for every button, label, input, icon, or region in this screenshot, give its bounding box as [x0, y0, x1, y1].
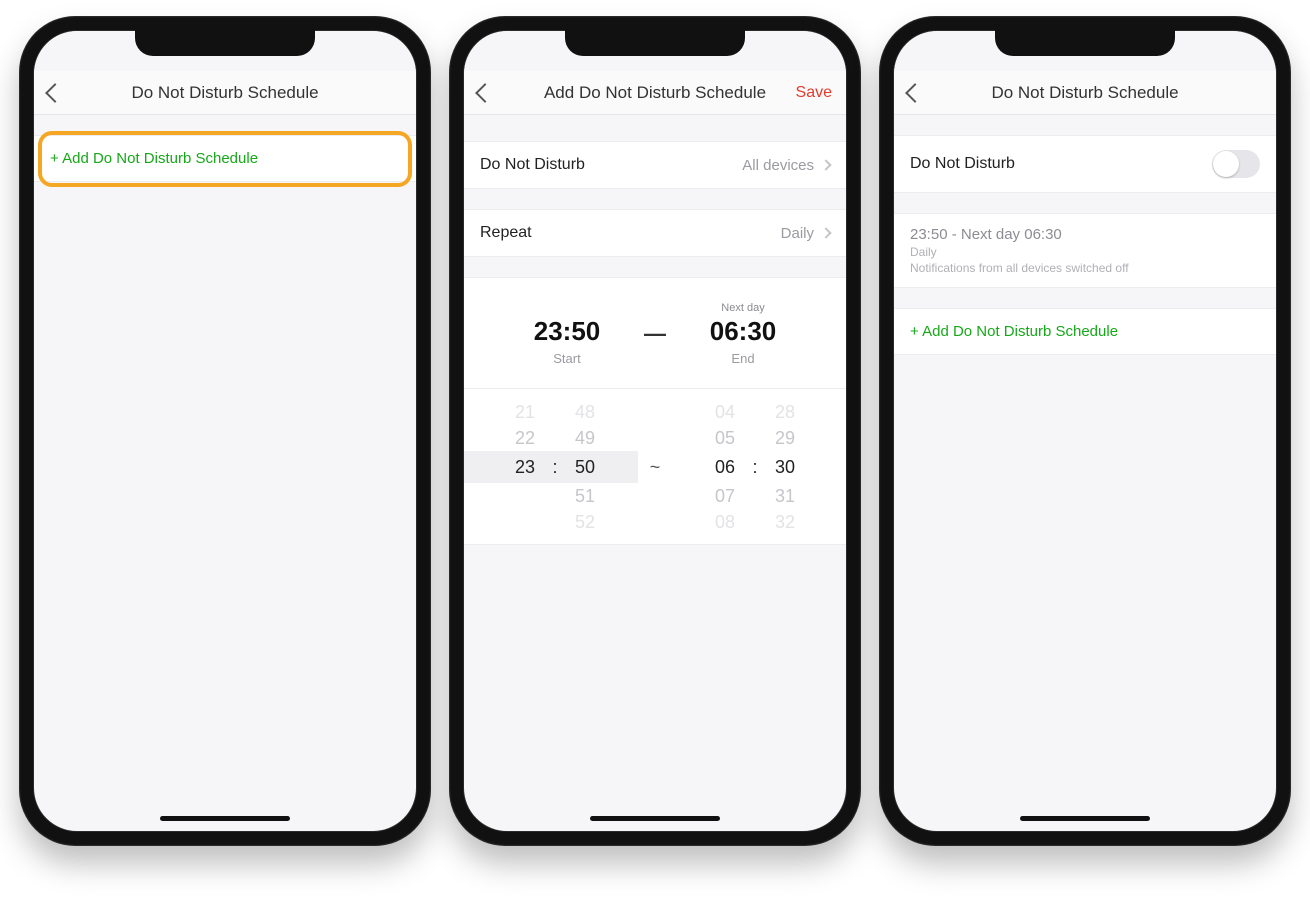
- screen-2: Add Do Not Disturb Schedule Save Do Not …: [463, 30, 847, 832]
- page-title: Add Do Not Disturb Schedule: [464, 83, 846, 103]
- save-button[interactable]: Save: [796, 84, 832, 102]
- colon-separator: :: [748, 389, 762, 544]
- dnd-toggle[interactable]: [1212, 150, 1260, 178]
- add-schedule-button[interactable]: + Add Do Not Disturb Schedule: [34, 135, 416, 182]
- nav-bar: Do Not Disturb Schedule: [34, 71, 416, 115]
- add-schedule-button[interactable]: + Add Do Not Disturb Schedule: [894, 308, 1276, 355]
- schedule-repeat: Daily: [910, 245, 1129, 259]
- nav-bar: Add Do Not Disturb Schedule Save: [464, 71, 846, 115]
- end-label: End: [688, 351, 798, 366]
- chevron-right-icon: [820, 227, 831, 238]
- schedule-row[interactable]: 23:50 - Next day 06:30 Daily Notificatio…: [894, 213, 1276, 288]
- home-indicator[interactable]: [1020, 816, 1150, 821]
- end-time-block: Next day 06:30 End: [688, 302, 798, 366]
- nav-bar: Do Not Disturb Schedule: [894, 71, 1276, 115]
- content-area: + Add Do Not Disturb Schedule: [34, 115, 416, 182]
- schedule-time: 23:50 - Next day 06:30: [910, 226, 1129, 243]
- time-range-display: 23:50 Start — Next day 06:30 End: [464, 277, 846, 389]
- home-indicator[interactable]: [590, 816, 720, 821]
- row-value: All devices: [742, 157, 814, 174]
- status-bar: [34, 31, 416, 71]
- back-icon[interactable]: [475, 83, 495, 103]
- row-label: Do Not Disturb: [910, 155, 1015, 173]
- start-minutes-wheel[interactable]: 48 49 50 51 52: [562, 389, 608, 544]
- screen-1: Do Not Disturb Schedule + Add Do Not Dis…: [33, 30, 417, 832]
- screen-3: Do Not Disturb Schedule Do Not Disturb 2…: [893, 30, 1277, 832]
- start-time-block: 23:50 Start: [512, 302, 622, 366]
- back-icon[interactable]: [905, 83, 925, 103]
- chevron-right-icon: [820, 159, 831, 170]
- end-minutes-wheel[interactable]: 28 29 30 31 32: [762, 389, 808, 544]
- phone-mock-2: Add Do Not Disturb Schedule Save Do Not …: [449, 16, 861, 846]
- schedule-note: Notifications from all devices switched …: [910, 261, 1129, 275]
- row-label: Do Not Disturb: [480, 156, 585, 174]
- phone-mock-3: Do Not Disturb Schedule Do Not Disturb 2…: [879, 16, 1291, 846]
- back-icon[interactable]: [45, 83, 65, 103]
- status-bar: [894, 31, 1276, 71]
- start-hours-wheel[interactable]: 21 22 23: [502, 389, 548, 544]
- end-time: 06:30: [688, 316, 798, 347]
- schedule-text: 23:50 - Next day 06:30 Daily Notificatio…: [910, 226, 1129, 275]
- next-day-label: Next day: [688, 302, 798, 316]
- start-time: 23:50: [512, 316, 622, 347]
- content-area: Do Not Disturb All devices Repeat Daily …: [464, 115, 846, 545]
- phone-mock-1: Do Not Disturb Schedule + Add Do Not Dis…: [19, 16, 431, 846]
- home-indicator[interactable]: [160, 816, 290, 821]
- repeat-row[interactable]: Repeat Daily: [464, 209, 846, 257]
- page-title: Do Not Disturb Schedule: [894, 83, 1276, 103]
- content-area: Do Not Disturb 23:50 - Next day 06:30 Da…: [894, 115, 1276, 355]
- dnd-scope-row[interactable]: Do Not Disturb All devices: [464, 141, 846, 189]
- tilde-icon: ~: [650, 451, 661, 483]
- row-label: Repeat: [480, 224, 532, 242]
- range-dash-icon: —: [644, 321, 666, 347]
- end-hours-wheel[interactable]: 04 05 06 07 08: [702, 389, 748, 544]
- row-value: Daily: [781, 225, 814, 242]
- time-picker[interactable]: ~ 21 22 23 : 48 49 50 51: [464, 389, 846, 545]
- page-title: Do Not Disturb Schedule: [34, 83, 416, 103]
- status-bar: [464, 31, 846, 71]
- dnd-toggle-row: Do Not Disturb: [894, 135, 1276, 193]
- colon-separator: :: [548, 389, 562, 544]
- start-label: Start: [512, 351, 622, 366]
- toggle-knob: [1213, 151, 1239, 177]
